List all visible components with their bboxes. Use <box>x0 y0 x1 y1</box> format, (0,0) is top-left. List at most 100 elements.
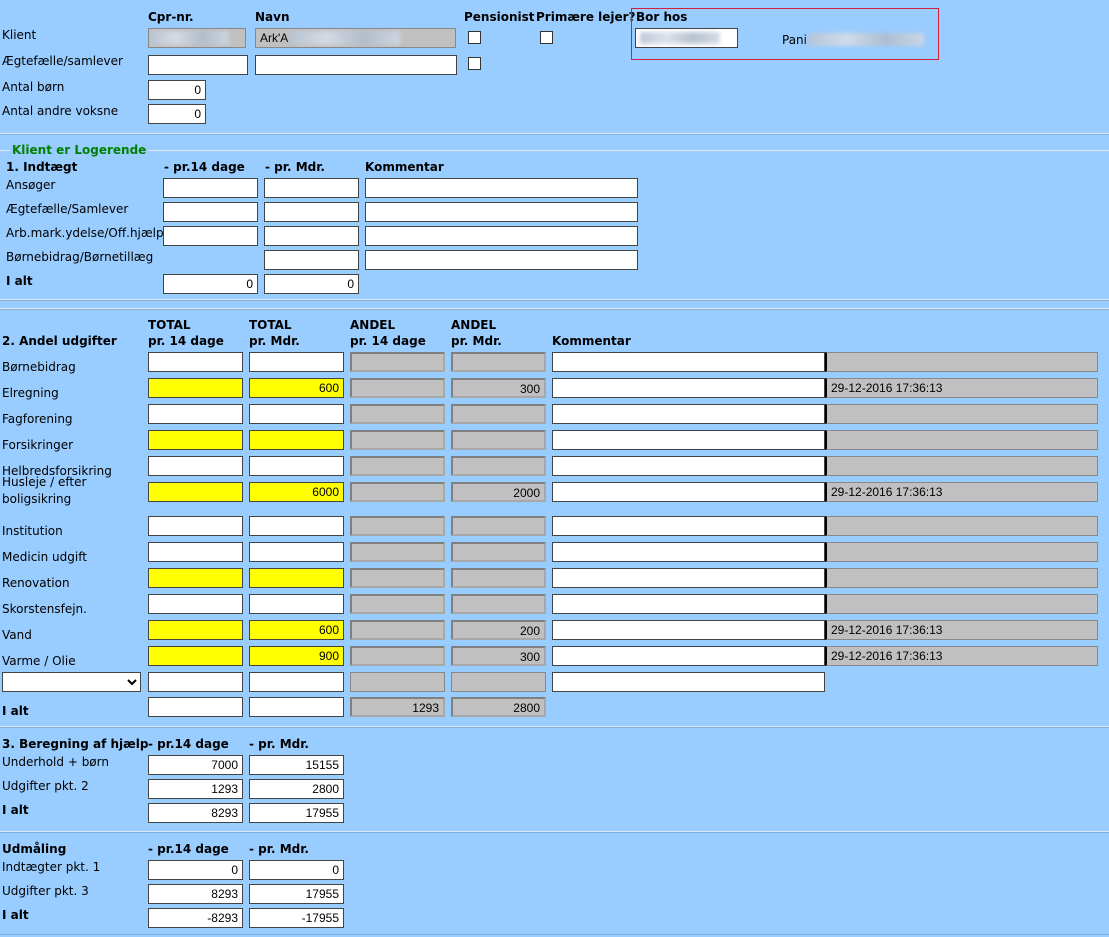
udgift-total-mdr-field[interactable] <box>249 568 344 588</box>
indtaegt-mdr-field[interactable] <box>264 202 359 222</box>
udgift-andel-14-field[interactable] <box>350 430 445 450</box>
primaere-lejer-checkbox[interactable] <box>540 31 553 44</box>
indtaegt-total-mdr[interactable]: 0 <box>264 274 359 294</box>
indtaegt-kommentar-field[interactable] <box>365 178 638 198</box>
indtaegt-mdr-field[interactable] <box>264 226 359 246</box>
udmaaling-total-14[interactable]: -8293 <box>148 908 243 928</box>
udgift-total-14-field[interactable] <box>148 352 243 372</box>
cpr-field[interactable] <box>148 28 246 48</box>
udgift-andel-14-field[interactable] <box>350 456 445 476</box>
udgift-total-mdr-field[interactable]: 6000 <box>249 482 344 502</box>
udgift-total-14-field[interactable] <box>148 594 243 614</box>
udgift-total-mdr-field[interactable] <box>249 456 344 476</box>
extra-total-mdr-field[interactable] <box>249 672 344 692</box>
udgift-total-mdr-field[interactable] <box>249 430 344 450</box>
udgift-total-mdr-field[interactable]: 900 <box>249 646 344 666</box>
indtaegt-14-field[interactable] <box>163 202 258 222</box>
udgifter-total-mdr[interactable] <box>249 697 344 717</box>
udgift-kommentar-field[interactable] <box>552 516 825 536</box>
udgift-kommentar-field[interactable] <box>552 542 825 562</box>
udgift-andel-mdr-field[interactable] <box>451 568 546 588</box>
udgift-andel-14-field[interactable] <box>350 352 445 372</box>
udgift-andel-mdr-field[interactable] <box>451 404 546 424</box>
indtaegt-kommentar-field[interactable] <box>365 250 638 270</box>
udgift-kommentar-field[interactable] <box>552 482 825 502</box>
extra-kommentar-field[interactable] <box>552 672 825 692</box>
udgift-andel-mdr-field[interactable]: 2000 <box>451 482 546 502</box>
beregning-14-field[interactable]: 1293 <box>148 779 243 799</box>
udgift-andel-14-field[interactable] <box>350 404 445 424</box>
bor-hos-field[interactable] <box>635 28 738 48</box>
udgift-kommentar-field[interactable] <box>552 430 825 450</box>
udgift-andel-mdr-field[interactable] <box>451 430 546 450</box>
udgifter-total-andel-mdr[interactable]: 2800 <box>451 697 546 717</box>
udgift-kommentar-field[interactable] <box>552 594 825 614</box>
beregning-total-mdr[interactable]: 17955 <box>249 803 344 823</box>
udgift-total-14-field[interactable] <box>148 620 243 640</box>
extra-udgift-select[interactable] <box>2 672 141 692</box>
beregning-14-field[interactable]: 7000 <box>148 755 243 775</box>
extra-total-14-field[interactable] <box>148 672 243 692</box>
antal-voksne-field[interactable]: 0 <box>148 104 206 124</box>
indtaegt-kommentar-field[interactable] <box>365 202 638 222</box>
udgift-andel-14-field[interactable] <box>350 646 445 666</box>
udgift-total-mdr-field[interactable] <box>249 594 344 614</box>
udgift-total-14-field[interactable] <box>148 568 243 588</box>
udgift-andel-14-field[interactable] <box>350 620 445 640</box>
udgift-andel-14-field[interactable] <box>350 594 445 614</box>
udgift-andel-mdr-field[interactable] <box>451 542 546 562</box>
udgift-total-14-field[interactable] <box>148 516 243 536</box>
indtaegt-kommentar-field[interactable] <box>365 226 638 246</box>
indtaegt-mdr-field[interactable] <box>264 178 359 198</box>
udgift-kommentar-field[interactable] <box>552 646 825 666</box>
udgift-andel-mdr-field[interactable] <box>451 516 546 536</box>
udgifter-total-andel-14[interactable]: 1293 <box>350 697 445 717</box>
udgift-kommentar-field[interactable] <box>552 352 825 372</box>
udgift-andel-mdr-field[interactable]: 300 <box>451 378 546 398</box>
udgift-total-mdr-field[interactable] <box>249 404 344 424</box>
udmaaling-mdr-field[interactable]: 0 <box>249 860 344 880</box>
udmaaling-total-mdr[interactable]: -17955 <box>249 908 344 928</box>
udgift-total-14-field[interactable] <box>148 542 243 562</box>
udgift-total-14-field[interactable] <box>148 404 243 424</box>
udgift-andel-14-field[interactable] <box>350 568 445 588</box>
udgift-kommentar-field[interactable] <box>552 568 825 588</box>
aegtefaelle-cpr-field[interactable] <box>148 55 248 75</box>
beregning-total-14[interactable]: 8293 <box>148 803 243 823</box>
indtaegt-14-field[interactable] <box>163 226 258 246</box>
udgift-andel-mdr-field[interactable] <box>451 456 546 476</box>
aegtefaelle-pensionist-checkbox[interactable] <box>468 57 481 70</box>
udgift-total-14-field[interactable] <box>148 456 243 476</box>
udgift-total-14-field[interactable] <box>148 430 243 450</box>
udgift-total-14-field[interactable] <box>148 378 243 398</box>
udmaaling-14-field[interactable]: 8293 <box>148 884 243 904</box>
udgift-andel-14-field[interactable] <box>350 378 445 398</box>
udgift-total-mdr-field[interactable]: 600 <box>249 620 344 640</box>
udgift-total-mdr-field[interactable] <box>249 516 344 536</box>
udgift-andel-mdr-field[interactable]: 300 <box>451 646 546 666</box>
udgift-andel-14-field[interactable] <box>350 542 445 562</box>
navn-field[interactable]: Ark'A <box>255 28 456 48</box>
antal-born-field[interactable]: 0 <box>148 80 206 100</box>
udgift-total-mdr-field[interactable]: 600 <box>249 378 344 398</box>
udgift-andel-mdr-field[interactable] <box>451 594 546 614</box>
aegtefaelle-navn-field[interactable] <box>255 55 457 75</box>
udgifter-total-14[interactable] <box>148 697 243 717</box>
beregning-mdr-field[interactable]: 15155 <box>249 755 344 775</box>
indtaegt-total-14[interactable]: 0 <box>163 274 258 294</box>
extra-andel-mdr-field[interactable] <box>451 672 546 692</box>
udgift-total-mdr-field[interactable] <box>249 352 344 372</box>
udgift-andel-14-field[interactable] <box>350 482 445 502</box>
udgift-kommentar-field[interactable] <box>552 456 825 476</box>
udgift-total-14-field[interactable] <box>148 482 243 502</box>
extra-andel-14-field[interactable] <box>350 672 445 692</box>
udgift-kommentar-field[interactable] <box>552 404 825 424</box>
udgift-kommentar-field[interactable] <box>552 620 825 640</box>
pensionist-checkbox[interactable] <box>468 31 481 44</box>
udmaaling-mdr-field[interactable]: 17955 <box>249 884 344 904</box>
indtaegt-14-field[interactable] <box>163 178 258 198</box>
udgift-andel-mdr-field[interactable]: 200 <box>451 620 546 640</box>
udgift-total-mdr-field[interactable] <box>249 542 344 562</box>
udgift-kommentar-field[interactable] <box>552 378 825 398</box>
beregning-mdr-field[interactable]: 2800 <box>249 779 344 799</box>
